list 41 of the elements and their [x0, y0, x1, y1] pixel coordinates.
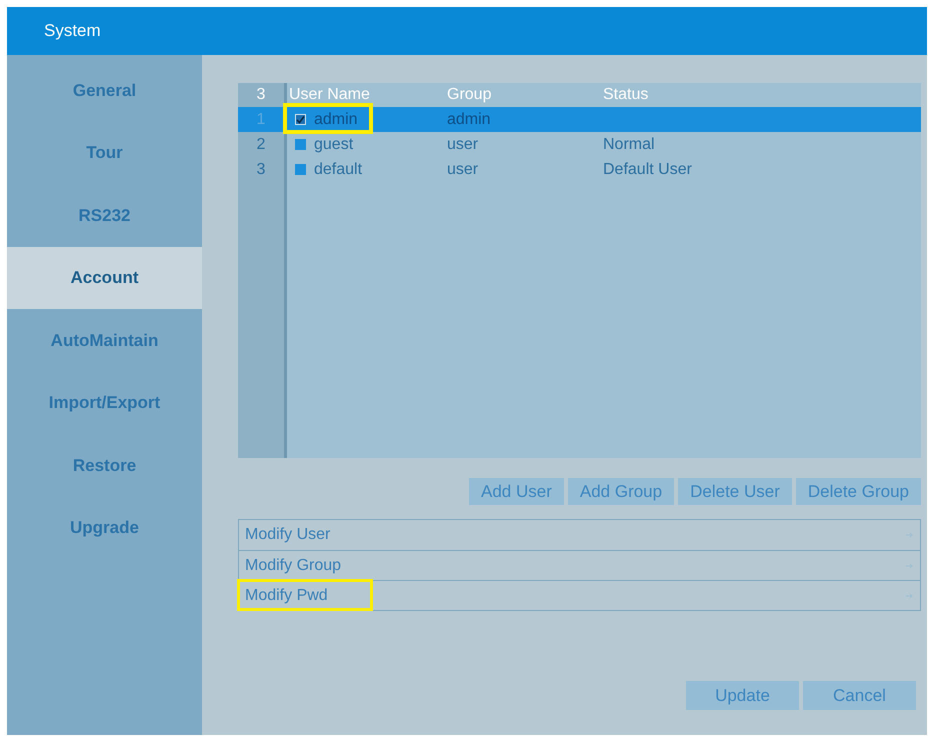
action-button[interactable]: Delete User: [678, 478, 792, 505]
column-header: User Name: [288, 85, 371, 105]
row-count: 3: [256, 85, 266, 105]
settings-row[interactable]: Modify Pwd: [239, 580, 920, 610]
checkbox[interactable]: [295, 114, 306, 125]
settings-row[interactable]: Modify User: [239, 520, 920, 550]
settings-label: Modify User: [245, 525, 330, 545]
dialog-button[interactable]: Update: [686, 681, 799, 710]
sidebar-item[interactable]: RS232: [7, 184, 202, 246]
sidebar-item[interactable]: Upgrade: [7, 496, 202, 559]
column-header: Group: [447, 85, 492, 105]
checkbox[interactable]: [295, 164, 306, 175]
table-cell: Normal: [603, 136, 655, 152]
settings-label: Modify Pwd: [245, 586, 328, 606]
action-button[interactable]: Delete Group: [796, 478, 921, 505]
table-cell-text: default: [314, 160, 362, 180]
column-header: Status: [603, 85, 650, 105]
table-cell: user: [447, 160, 478, 178]
row-number: 3: [256, 160, 266, 180]
table-cell: Default User: [603, 160, 692, 178]
settings-label: Modify Group: [245, 556, 342, 576]
table-cell-text: guest: [314, 134, 354, 154]
checkbox[interactable]: [295, 139, 306, 150]
table-cell-text: admin: [314, 110, 358, 130]
table-cell: admin: [447, 110, 491, 128]
table-row[interactable]: guest user Normal: [287, 132, 921, 157]
sidebar-item[interactable]: Import/Export: [7, 372, 202, 434]
dialog-button[interactable]: Cancel: [803, 681, 916, 710]
table-row[interactable]: default user Default User: [287, 157, 921, 182]
table-cell: user: [447, 136, 478, 152]
row-number: 1: [238, 107, 284, 132]
sidebar-item[interactable]: Tour: [7, 122, 202, 184]
action-button[interactable]: Add User: [469, 478, 564, 505]
settings-row[interactable]: Modify Group: [239, 550, 920, 580]
sidebar-item[interactable]: General: [7, 59, 202, 122]
row-number: 2: [256, 134, 266, 154]
sidebar-item[interactable]: Account: [7, 246, 202, 309]
sidebar-item[interactable]: AutoMaintain: [7, 309, 202, 372]
sidebar-item[interactable]: Restore: [7, 434, 202, 496]
action-button[interactable]: Add Group: [568, 478, 674, 505]
window-title: System: [44, 20, 101, 42]
